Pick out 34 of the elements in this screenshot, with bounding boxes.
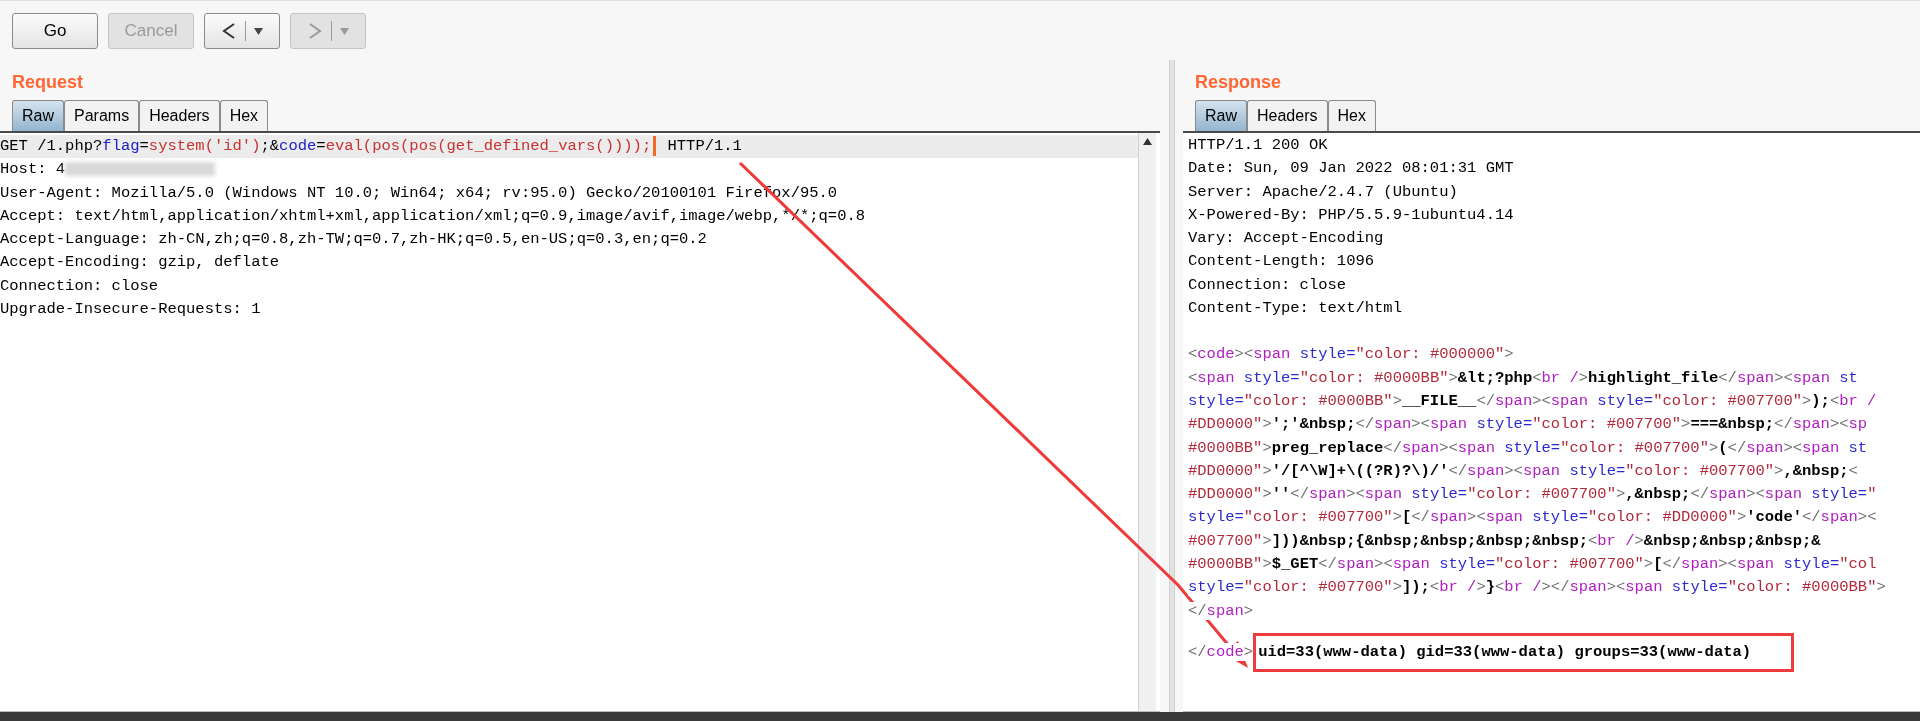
scroll-up-arrow-icon (1143, 138, 1152, 145)
request-line: Host: 4 (0, 158, 1138, 182)
response-editor[interactable] (1183, 133, 1920, 712)
response-header-line: Vary: Accept-Encoding (1188, 228, 1385, 250)
response-header-line: Date: Sun, 09 Jan 2022 08:01:31 GMT (1188, 158, 1515, 180)
response-header-line: HTTP/1.1 200 OK (1188, 135, 1329, 156)
chevron-right-icon (307, 22, 323, 40)
response-header-line: Connection: close (1188, 274, 1348, 296)
request-line: Connection: close (0, 275, 160, 297)
text-cursor (653, 135, 657, 156)
tab[interactable]: Headers (139, 100, 220, 131)
dropdown-caret-icon (340, 27, 349, 35)
request-line: Upgrade-Insecure-Requests: 1 (0, 299, 262, 321)
tab[interactable]: Raw (1195, 100, 1247, 131)
back-button[interactable] (204, 13, 280, 49)
scrollbar[interactable] (1138, 133, 1156, 711)
tab[interactable]: Headers (1247, 100, 1328, 131)
go-button[interactable]: Go (12, 13, 98, 49)
chevron-left-icon (221, 22, 237, 40)
response-header-line: Content-Type: text/html (1188, 298, 1403, 320)
dropdown-caret-icon (254, 27, 263, 35)
command-output: uid=33(www-data) gid=33(www-data) groups=33(www-data) (1258, 642, 1752, 661)
request-line: Accept-Language: zh-CN,zh;q=0.8,zh-TW;q=0.7,zh-HK;q=0.5,en-US;q=0.3,en;q=0.2 (0, 229, 708, 251)
tab[interactable]: Hex (1327, 100, 1376, 131)
panel-title: Request (12, 70, 83, 94)
tab[interactable]: Params (64, 100, 140, 131)
request-editor[interactable] (0, 133, 1160, 712)
tab[interactable]: Hex (219, 100, 269, 131)
response-header-line: Content-Length: 1096 (1188, 251, 1376, 273)
panel-title: Response (1195, 70, 1282, 94)
response-header-line: Server: Apache/2.4.7 (Ubuntu) (1188, 181, 1459, 203)
response-header-line: X-Powered-By: PHP/5.5.9-1ubuntu4.14 (1188, 204, 1515, 226)
tab[interactable]: Raw (12, 100, 64, 131)
request-line: Accept-Encoding: gzip, deflate (0, 252, 281, 274)
